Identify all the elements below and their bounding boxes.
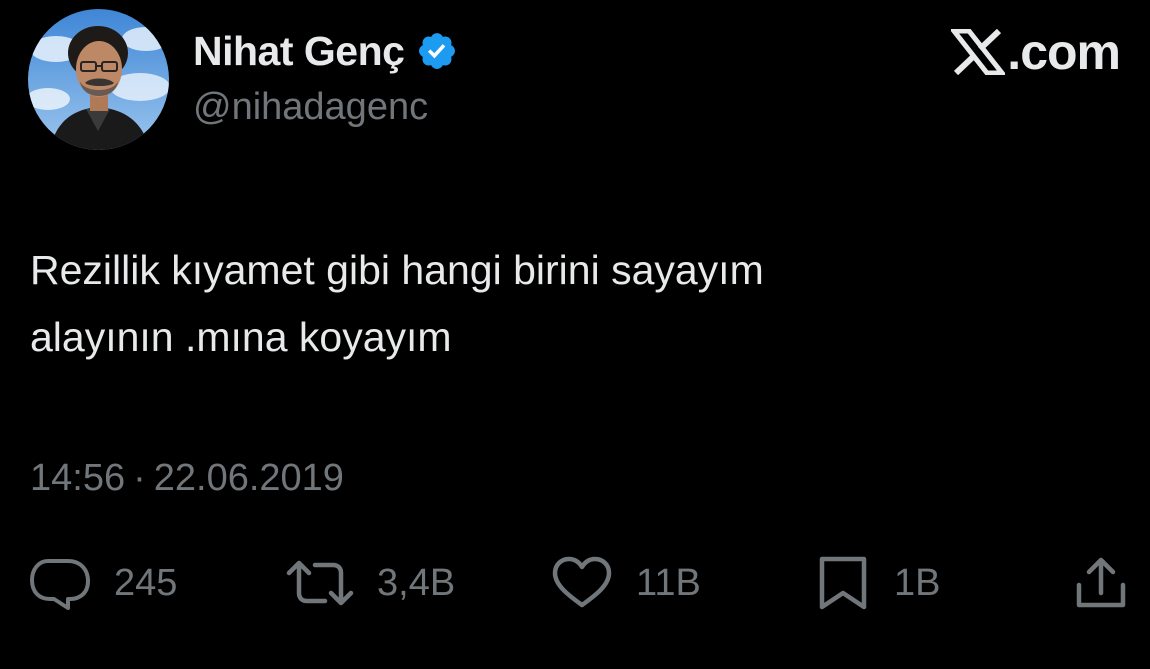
bookmark-icon xyxy=(819,556,867,610)
brand-domain-text: .com xyxy=(1007,24,1121,80)
bookmark-button[interactable]: 1B xyxy=(814,555,940,611)
author-name-row[interactable]: Nihat Genç xyxy=(193,24,458,78)
tweet-time[interactable]: 14:56 xyxy=(30,457,125,500)
reply-icon xyxy=(30,559,90,610)
repost-count: 3,4B xyxy=(377,561,456,604)
repost-button[interactable]: 3,4B xyxy=(285,555,455,611)
share-button[interactable] xyxy=(1073,555,1129,611)
tweet-text-line: Rezillik kıyamet gibi hangi birini sayay… xyxy=(30,247,764,293)
like-button[interactable]: 11B xyxy=(550,555,701,611)
reply-button[interactable]: 245 xyxy=(28,555,177,611)
tweet-text: Rezillik kıyamet gibi hangi birini sayay… xyxy=(30,237,1110,371)
tweet-timestamp[interactable]: 14:56 · 22.06.2019 xyxy=(30,455,344,501)
meta-separator: · xyxy=(133,456,146,499)
tweet-date[interactable]: 22.06.2019 xyxy=(154,457,344,500)
avatar[interactable] xyxy=(28,9,169,150)
author-display-name[interactable]: Nihat Genç xyxy=(193,28,405,75)
reply-count: 245 xyxy=(114,561,178,604)
avatar-image xyxy=(28,9,169,150)
heart-icon xyxy=(552,556,612,608)
share-icon xyxy=(1076,557,1126,608)
author-handle[interactable]: @nihadagenc xyxy=(193,86,428,129)
repost-icon xyxy=(286,560,354,606)
like-count: 11B xyxy=(636,561,701,604)
verified-badge-icon xyxy=(419,33,456,69)
x-logo-icon xyxy=(951,29,1006,75)
bookmark-count: 1B xyxy=(894,561,941,604)
tweet-actions-bar: 245 3,4B 11B 1B xyxy=(0,555,1150,611)
tweet-text-line: alayının .mına koyayım xyxy=(30,314,452,360)
brand-logo: .com xyxy=(951,24,1121,80)
